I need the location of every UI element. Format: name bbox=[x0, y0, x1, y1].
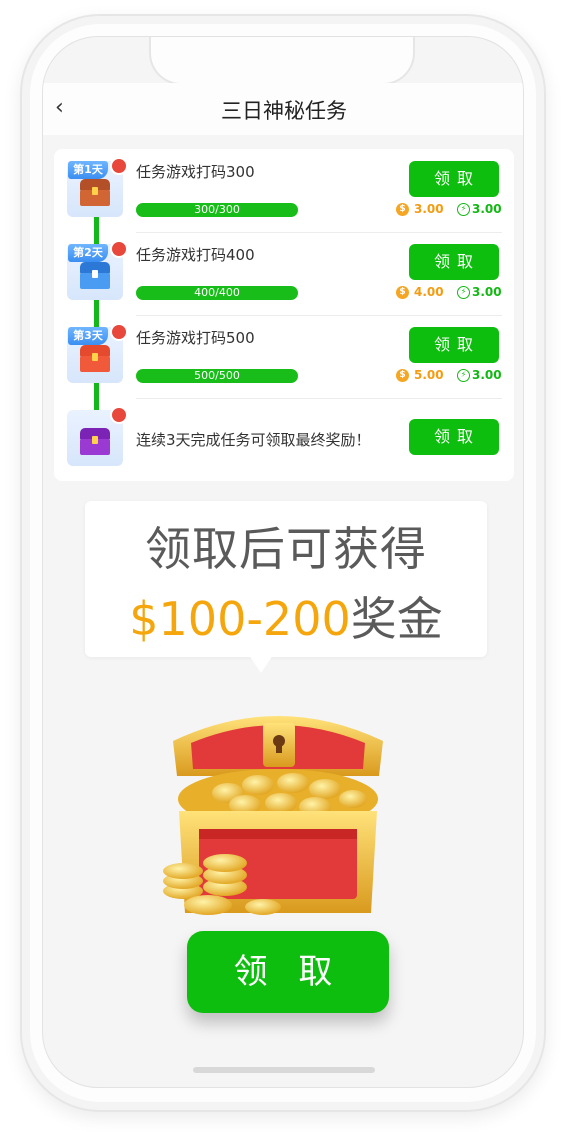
app-screen: ‹ 三日神秘任务 第1天 任务游戏打码300 300/300 领 取 $ 3.0… bbox=[42, 36, 524, 1088]
bubble-amount-line: $100-200奖金 bbox=[85, 583, 487, 649]
claim-button[interactable]: 领 取 bbox=[409, 327, 499, 363]
final-claim-button[interactable]: 领 取 bbox=[409, 419, 499, 455]
bolt-icon: ⚡ bbox=[457, 286, 470, 299]
coin-icon: $ bbox=[396, 369, 409, 382]
claim-button[interactable]: 领 取 bbox=[409, 161, 499, 197]
claim-button[interactable]: 领 取 bbox=[409, 244, 499, 280]
day-badge: 第1天 bbox=[68, 161, 108, 179]
reward-line: $ 5.00 ⚡ 3.00 bbox=[396, 368, 502, 384]
reward-amount: $100-200 bbox=[129, 592, 351, 646]
day-badge: 第3天 bbox=[68, 327, 108, 345]
notification-dot bbox=[110, 157, 128, 175]
task-title: 任务游戏打码300 bbox=[136, 163, 255, 181]
bolt-icon: ⚡ bbox=[457, 369, 470, 382]
reward-suffix: 奖金 bbox=[350, 592, 443, 646]
progress-bar: 300/300 bbox=[136, 203, 298, 217]
bolt-reward: 3.00 bbox=[472, 368, 502, 382]
reward-line: $ 3.00 ⚡ 3.00 bbox=[396, 202, 502, 218]
task-row: 第2天 任务游戏打码400 400/400 领 取 $ 4.00 ⚡ 3.00 bbox=[54, 232, 514, 314]
coin-icon: $ bbox=[396, 286, 409, 299]
nav-bar: ‹ 三日神秘任务 bbox=[43, 83, 523, 135]
bubble-tail bbox=[249, 655, 273, 673]
bubble-headline: 领取后可获得 bbox=[145, 522, 427, 576]
treasure-chest-icon bbox=[163, 716, 383, 915]
task-list-card: 第1天 任务游戏打码300 300/300 领 取 $ 3.00 ⚡ 3.00 … bbox=[54, 149, 514, 481]
task-row: 第3天 任务游戏打码500 500/500 领 取 $ 5.00 ⚡ 3.00 bbox=[54, 315, 514, 397]
coin-reward: 4.00 bbox=[414, 285, 444, 299]
bolt-reward: 3.00 bbox=[472, 202, 502, 216]
task-title: 任务游戏打码400 bbox=[136, 246, 255, 264]
notification-dot bbox=[110, 323, 128, 341]
notch bbox=[149, 37, 415, 85]
reward-bubble: 领取后可获得 $100-200奖金 bbox=[85, 501, 487, 657]
notification-dot bbox=[110, 240, 128, 258]
final-task-text: 连续3天完成任务可领取最终奖励！ bbox=[136, 431, 371, 449]
final-task-row: 连续3天完成任务可领取最终奖励！ 领 取 bbox=[54, 398, 514, 480]
reward-line: $ 4.00 ⚡ 3.00 bbox=[396, 285, 502, 301]
task-title: 任务游戏打码500 bbox=[136, 329, 255, 347]
progress-bar: 500/500 bbox=[136, 369, 298, 383]
task-row: 第1天 任务游戏打码300 300/300 领 取 $ 3.00 ⚡ 3.00 bbox=[54, 149, 514, 231]
page-title: 三日神秘任务 bbox=[221, 99, 347, 123]
coin-icon: $ bbox=[396, 203, 409, 216]
coin-reward: 3.00 bbox=[414, 202, 444, 216]
bolt-icon: ⚡ bbox=[457, 203, 470, 216]
progress-bar: 400/400 bbox=[136, 286, 298, 300]
bolt-reward: 3.00 bbox=[472, 285, 502, 299]
day-badge: 第2天 bbox=[68, 244, 108, 262]
main-claim-button[interactable]: 领 取 bbox=[187, 931, 389, 1013]
home-indicator[interactable] bbox=[193, 1067, 375, 1073]
coin-reward: 5.00 bbox=[414, 368, 444, 382]
notification-dot bbox=[110, 406, 128, 424]
